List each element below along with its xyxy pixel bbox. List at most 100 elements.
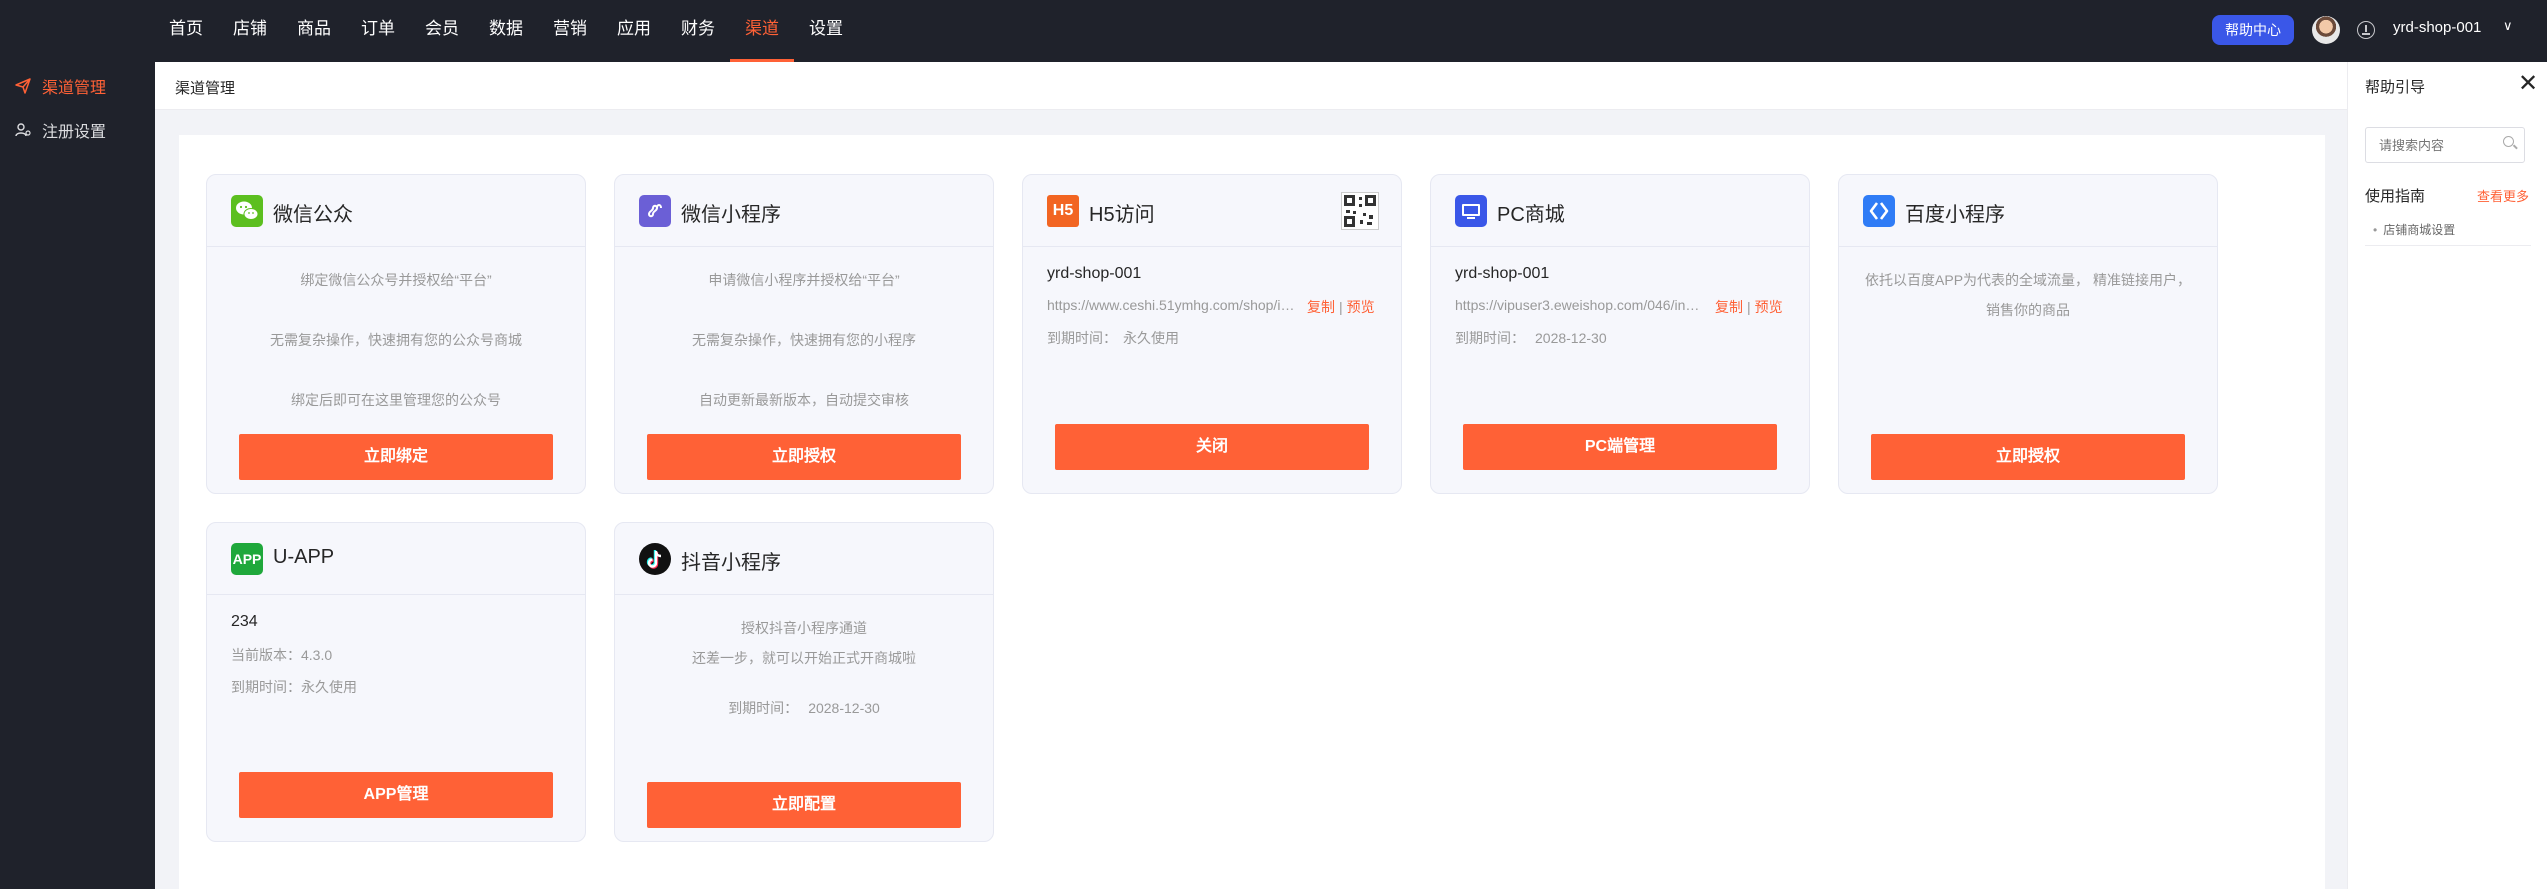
sidebar-item-channel-management[interactable]: 渠道管理 [0,64,155,108]
nav-marketing[interactable]: 营销 [538,0,602,62]
nav-home[interactable]: 首页 [154,0,218,62]
version-label: 当前版本： [231,647,301,663]
configure-now-button[interactable]: 立即配置 [647,782,961,828]
view-more-link[interactable]: 查看更多 [2477,186,2529,205]
authorize-now-button[interactable]: 立即授权 [1871,434,2185,480]
url-actions: 复制 | 预览 [1715,297,1783,317]
app-name: 234 [231,613,258,630]
expire-info: 到期时间：永久使用 [1047,328,1179,348]
main-content: 渠道管理 微信公众 绑定微信公众号并授权给“平台” 无需复杂操作，快速拥有您的公… [155,62,2347,889]
shop-name: yrd-shop-001 [1047,265,1142,282]
link-separator: | [1339,299,1343,315]
breadcrumb: 渠道管理 [175,80,236,97]
shop-url: https://vipuser3.eweishop.com/046/index [1455,297,1703,313]
user-name[interactable]: yrd-shop-001 [2393,19,2481,36]
sidebar-item-register-settings[interactable]: 注册设置 [0,108,155,152]
wechat-icon [231,195,263,227]
card-pc-mall: PC商城 yrd-shop-001 https://vipuser3.eweis… [1430,174,1810,494]
preview-link[interactable]: 预览 [1347,299,1375,315]
top-navigation-bar: 首页 店铺 商品 订单 会员 数据 营销 应用 财务 渠道 设置 帮助中心 yr… [0,0,2547,62]
avatar[interactable] [2312,16,2340,44]
nav-apps[interactable]: 应用 [602,0,666,62]
page-header: 渠道管理 [155,62,2347,110]
card-title: H5访问 [1089,204,1155,226]
shop-name: yrd-shop-001 [1455,265,1550,282]
nav-data[interactable]: 数据 [474,0,538,62]
download-icon[interactable] [2357,21,2375,39]
expire-value: 2028-12-30 [808,700,880,716]
card-desc: 无需复杂操作，快速拥有您的公众号商城 [270,332,522,348]
nav-orders[interactable]: 订单 [346,0,410,62]
card-h5: H5 H5访问 yrd-shop-001 https://www.ceshi.5… [1022,174,1402,494]
card-desc: 绑定后即可在这里管理您的公众号 [291,392,501,408]
chevron-down-icon[interactable]: ∨ [2503,18,2513,34]
card-baidu-mini-program: 百度小程序 依托以百度APP为代表的全域流量， 精准链接用户， 销售你的商品 立… [1838,174,2218,494]
card-header: 百度小程序 [1839,175,2217,247]
guide-item-store-settings[interactable]: 店铺商城设置 [2373,221,2455,238]
card-wechat-mini-program: 微信小程序 申请微信小程序并授权给“平台” 无需复杂操作，快速拥有您的小程序 自… [614,174,994,494]
card-desc: 自动更新最新版本，自动提交审核 [699,392,909,408]
help-panel-title: 帮助引导 [2365,79,2426,96]
help-center-button[interactable]: 帮助中心 [2212,15,2294,45]
send-icon [14,77,32,95]
expire-info: 到期时间： 2028-12-30 [615,698,993,718]
app-management-button[interactable]: APP管理 [239,772,553,818]
card-desc: 还差一步，就可以开始正式开商城啦 [692,650,916,666]
qr-code-icon[interactable] [1341,192,1379,230]
help-search-input[interactable] [2365,127,2525,163]
close-button[interactable]: 关闭 [1055,424,1369,470]
expire-info: 到期时间：永久使用 [231,677,357,697]
h5-logo: H5 [1047,195,1079,227]
divider [2365,245,2531,246]
mini-program-icon [639,195,671,227]
expire-value: 永久使用 [301,679,357,695]
version-value: 4.3.0 [301,647,333,663]
tiktok-icon [639,543,671,575]
bind-now-button[interactable]: 立即绑定 [239,434,553,480]
search-icon[interactable] [2503,136,2514,147]
nav-members[interactable]: 会员 [410,0,474,62]
main-nav: 首页 店铺 商品 订单 会员 数据 营销 应用 财务 渠道 设置 [154,0,858,62]
authorize-now-button[interactable]: 立即授权 [647,434,961,480]
card-header: 微信小程序 [615,175,993,247]
card-title: 百度小程序 [1905,204,2005,226]
card-header: PC商城 [1431,175,1809,247]
card-title: 微信小程序 [681,204,781,226]
nav-finance[interactable]: 财务 [666,0,730,62]
app-logo: APP [231,543,263,575]
expire-label: 到期时间： [728,700,799,716]
baidu-icon [1863,195,1895,227]
help-panel: 帮助引导 ✕ 使用指南 查看更多 店铺商城设置 [2347,62,2547,889]
card-title: PC商城 [1497,204,1565,226]
copy-link[interactable]: 复制 [1307,299,1335,315]
sidebar: 渠道管理 注册设置 [0,62,155,889]
card-header: H5 H5访问 [1023,175,1401,247]
nav-store[interactable]: 店铺 [218,0,282,62]
card-wechat-official: 微信公众 绑定微信公众号并授权给“平台” 无需复杂操作，快速拥有您的公众号商城 … [206,174,586,494]
version-info: 当前版本：4.3.0 [231,645,332,665]
link-separator: | [1747,299,1751,315]
card-douyin-mini-program: 抖音小程序 授权抖音小程序通道 还差一步，就可以开始正式开商城啦 到期时间： 20… [614,522,994,842]
card-desc: 依托以百度APP为代表的全域流量， 精准链接用户， [1865,272,2191,288]
copy-link[interactable]: 复制 [1715,299,1743,315]
card-title: U-APP [273,546,335,568]
card-desc: 绑定微信公众号并授权给“平台” [300,272,492,288]
card-header: 微信公众 [207,175,585,247]
card-desc: 授权抖音小程序通道 [741,620,867,636]
expire-label: 到期时间： [1455,330,1525,346]
card-header: APP U-APP [207,523,585,595]
close-icon[interactable]: ✕ [2518,72,2538,96]
card-title: 微信公众 [273,204,353,226]
expire-info: 到期时间： 2028-12-30 [1455,328,1607,348]
card-header: 抖音小程序 [615,523,993,595]
card-desc: 无需复杂操作，快速拥有您的小程序 [692,332,916,348]
nav-settings[interactable]: 设置 [794,0,858,62]
nav-products[interactable]: 商品 [282,0,346,62]
preview-link[interactable]: 预览 [1755,299,1783,315]
expire-label: 到期时间： [1047,330,1117,346]
nav-channels[interactable]: 渠道 [730,0,794,62]
card-u-app: APP U-APP 234 当前版本：4.3.0 到期时间：永久使用 APP管理 [206,522,586,842]
url-actions: 复制 | 预览 [1307,297,1375,317]
pc-management-button[interactable]: PC端管理 [1463,424,1777,470]
card-desc: 销售你的商品 [1986,302,2070,318]
